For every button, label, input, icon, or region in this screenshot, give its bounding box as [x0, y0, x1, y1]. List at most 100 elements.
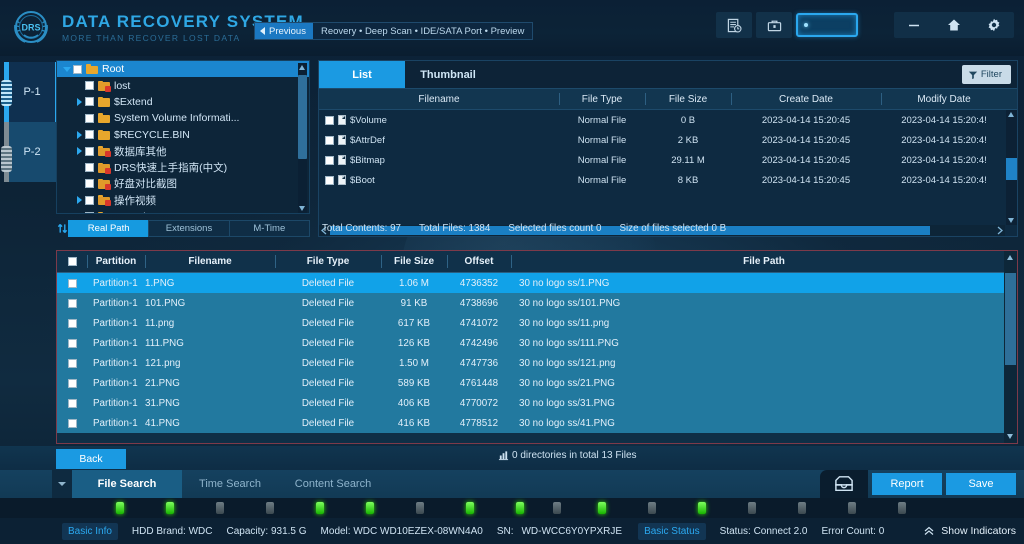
scroll-down-icon[interactable] [1007, 434, 1013, 439]
settings-gear-icon[interactable] [974, 12, 1014, 38]
tab-thumbnail[interactable]: Thumbnail [405, 61, 491, 88]
row-checkbox[interactable] [325, 135, 334, 145]
tree-checkbox[interactable] [85, 179, 94, 189]
tree-item-system-volume-information[interactable]: System Volume Informati... [57, 110, 309, 126]
tree-checkbox[interactable] [85, 146, 94, 156]
report-disk-icon[interactable] [716, 12, 752, 38]
tree-item-operation-video[interactable]: 操作视频 [57, 192, 309, 208]
collapse-toggle-button[interactable] [52, 470, 72, 498]
tree-expander-icon[interactable] [73, 147, 85, 156]
inbox-icon[interactable] [820, 470, 868, 498]
scroll-up-icon[interactable] [1007, 255, 1013, 260]
tab-extensions[interactable]: Extensions [148, 220, 230, 237]
scroll-up-icon[interactable] [299, 65, 305, 70]
row-checkbox-cell[interactable] [57, 353, 87, 373]
row-checkbox[interactable] [67, 338, 77, 348]
tab-content-search[interactable]: Content Search [278, 470, 388, 498]
partition-tab-p1[interactable]: P-1 [1, 62, 58, 122]
row-checkbox-cell[interactable] [57, 313, 87, 333]
row-checkbox[interactable] [67, 358, 77, 368]
scrollbar-thumb[interactable] [1005, 273, 1016, 365]
tree-item-lost[interactable]: lost [57, 77, 309, 93]
row-checkbox-cell[interactable] [57, 333, 87, 353]
file-list-row[interactable]: $Volume Normal File 0 B 2023-04-14 15:20… [319, 110, 1017, 130]
column-header-offset[interactable]: Offset [447, 251, 511, 272]
tab-list[interactable]: List [319, 61, 405, 88]
column-header-partition[interactable]: Partition [87, 251, 145, 272]
row-checkbox[interactable] [67, 398, 77, 408]
tree-checkbox[interactable] [85, 113, 94, 123]
scrollbar-thumb[interactable] [298, 75, 307, 159]
column-header-filename[interactable]: Filename [319, 89, 559, 109]
file-list-row[interactable]: $AttrDef Normal File 2 KB 2023-04-14 15:… [319, 130, 1017, 150]
minimize-icon[interactable] [894, 12, 934, 38]
partition-tab-p2[interactable]: P-2 [1, 122, 56, 182]
tree-checkbox[interactable] [85, 212, 94, 213]
report-button[interactable]: Report [872, 473, 942, 495]
results-vertical-scrollbar[interactable] [1004, 251, 1017, 443]
file-list-vertical-scrollbar[interactable] [1006, 110, 1017, 225]
tree-vertical-scrollbar[interactable] [298, 63, 307, 213]
tree-expander-icon[interactable] [73, 97, 85, 106]
column-header-modify-date[interactable]: Modify Date [881, 89, 1007, 109]
scrollbar-thumb[interactable] [1006, 158, 1017, 180]
tree-item-extend[interactable]: $Extend [57, 94, 309, 110]
table-row[interactable]: Partition-1 111.PNG Deleted File 126 KB … [57, 333, 1017, 353]
tree-expander-icon[interactable] [73, 130, 85, 139]
tab-file-search[interactable]: File Search [72, 470, 182, 498]
device-status-indicator[interactable] [796, 13, 858, 37]
file-list-row[interactable]: $Bitmap Normal File 29.11 M 2023-04-14 1… [319, 150, 1017, 170]
back-button[interactable]: Back [56, 449, 126, 469]
row-checkbox[interactable] [67, 378, 77, 388]
column-header-file-size[interactable]: File Size [381, 251, 447, 272]
tree-checkbox[interactable] [85, 81, 94, 91]
tree-item-db-other[interactable]: 数据库其他 [57, 143, 309, 159]
table-row[interactable]: Partition-1 41.PNG Deleted File 416 KB 4… [57, 413, 1017, 433]
tree-item-root[interactable]: Root [57, 61, 309, 78]
row-checkbox-cell[interactable] [57, 293, 87, 313]
tree-expander-icon[interactable] [61, 66, 73, 72]
table-row[interactable]: Partition-1 1.PNG Deleted File 1.06 M 47… [57, 273, 1017, 293]
tree-item-recycle-bin[interactable]: $RECYCLE.BIN [57, 127, 309, 143]
row-checkbox[interactable] [325, 175, 334, 185]
row-checkbox-cell[interactable] [57, 373, 87, 393]
show-indicators-button[interactable]: Show Indicators [923, 521, 1016, 541]
column-header-file-path[interactable]: File Path [511, 251, 1017, 272]
table-row[interactable]: Partition-1 21.PNG Deleted File 589 KB 4… [57, 373, 1017, 393]
folder-tree-panel[interactable]: Root lost $Extend System Volume Informat… [56, 60, 310, 214]
column-header-create-date[interactable]: Create Date [731, 89, 881, 109]
table-row[interactable]: Partition-1 31.PNG Deleted File 406 KB 4… [57, 393, 1017, 413]
toolbox-icon[interactable] [756, 12, 792, 38]
row-checkbox[interactable] [325, 155, 334, 165]
tab-real-path[interactable]: Real Path [68, 220, 150, 237]
table-row[interactable]: Partition-1 101.PNG Deleted File 91 KB 4… [57, 293, 1017, 313]
row-checkbox-cell[interactable] [57, 273, 87, 293]
scroll-up-icon[interactable] [1008, 112, 1014, 117]
column-header-file-type[interactable]: File Type [275, 251, 381, 272]
select-all-checkbox-cell[interactable] [57, 251, 87, 272]
select-all-checkbox[interactable] [67, 257, 77, 266]
tab-time-search[interactable]: Time Search [182, 470, 278, 498]
tree-checkbox[interactable] [85, 163, 94, 173]
scroll-down-icon[interactable] [299, 206, 305, 211]
table-row[interactable]: Partition-1 121.png Deleted File 1.50 M … [57, 353, 1017, 373]
row-checkbox[interactable] [325, 115, 334, 125]
tree-item-drs-guide[interactable]: DRS快速上手指南(中文) [57, 159, 309, 175]
row-checkbox-cell[interactable] [57, 393, 87, 413]
tree-checkbox[interactable] [85, 97, 94, 107]
tree-item-disk-compare[interactable]: 好盘对比截图 [57, 176, 309, 192]
tree-expander-icon[interactable] [73, 196, 85, 205]
tree-checkbox[interactable] [85, 195, 94, 205]
column-header-file-size[interactable]: File Size [645, 89, 731, 109]
home-icon[interactable] [934, 12, 974, 38]
tree-checkbox[interactable] [73, 64, 82, 74]
row-checkbox[interactable] [67, 298, 77, 308]
table-row[interactable]: Partition-1 11.png Deleted File 617 KB 4… [57, 313, 1017, 333]
previous-button[interactable]: Previous [255, 23, 313, 39]
basic-status-tag[interactable]: Basic Status [638, 522, 706, 540]
filter-button[interactable]: Filter [961, 65, 1011, 84]
basic-info-tag[interactable]: Basic Info [62, 522, 118, 540]
row-checkbox[interactable] [67, 418, 77, 428]
tab-m-time[interactable]: M-Time [228, 220, 310, 237]
file-list-row[interactable]: $Boot Normal File 8 KB 2023-04-14 15:20:… [319, 170, 1017, 190]
